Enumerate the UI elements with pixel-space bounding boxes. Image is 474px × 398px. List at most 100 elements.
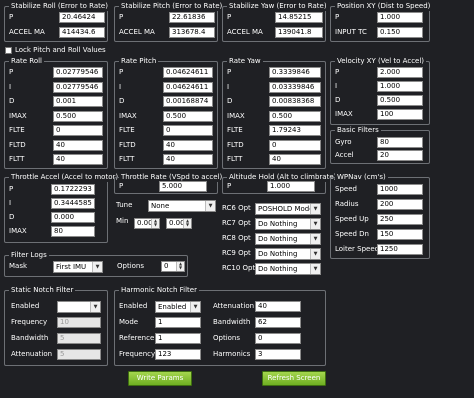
- harmonic-input[interactable]: 0: [255, 333, 301, 344]
- static-notch-enabled-select[interactable]: ▼: [57, 301, 101, 313]
- field-input[interactable]: 0.04624611: [163, 67, 213, 78]
- stab-yaw-p-input[interactable]: 14.85215: [275, 12, 323, 23]
- spinner-icon[interactable]: ▲ ▼: [183, 219, 191, 228]
- refresh-screen-button[interactable]: Refresh Screen: [262, 371, 326, 386]
- field-label: IMAX: [9, 227, 27, 235]
- field-input[interactable]: 1000: [377, 184, 423, 195]
- field-input[interactable]: 0: [163, 125, 213, 136]
- lock-pitch-roll-checkbox[interactable]: [5, 47, 12, 54]
- field-input[interactable]: 0: [269, 139, 321, 151]
- pos-xy-p-input[interactable]: 1.000: [377, 12, 423, 23]
- field-input[interactable]: 0.02779546: [53, 67, 103, 78]
- field-input[interactable]: 1.79243: [269, 125, 321, 136]
- field-input[interactable]: 40: [269, 154, 321, 165]
- tune-max-input[interactable]: 0.000 ▲ ▼: [166, 218, 192, 229]
- field-label: Speed Up: [335, 215, 369, 223]
- field-input[interactable]: 2.000: [377, 67, 423, 78]
- field-input[interactable]: 0.3339846: [269, 67, 321, 78]
- field-input[interactable]: 0.3444585: [51, 198, 95, 209]
- field-input[interactable]: 0.1722293: [51, 184, 95, 195]
- alt-hold-p-input[interactable]: 1.000: [267, 181, 315, 192]
- field-label: P: [119, 68, 124, 76]
- field-input[interactable]: 100: [377, 109, 423, 120]
- spinner-icon[interactable]: ▲ ▼: [151, 219, 159, 228]
- rc-opt-select[interactable]: Do Nothing ▼: [255, 233, 321, 245]
- field-label: I: [9, 82, 12, 91]
- field-input[interactable]: 0.500: [53, 110, 103, 122]
- field-input[interactable]: 0.001: [53, 96, 103, 107]
- stab-roll-accel-input[interactable]: 414434.6: [59, 27, 105, 38]
- field-label: D: [9, 213, 15, 221]
- field-input[interactable]: 0.500: [269, 110, 321, 122]
- rc-opt-select[interactable]: POSHOLD Mode ▼: [255, 203, 321, 215]
- filter-options-value: 0: [164, 262, 169, 270]
- field-input[interactable]: 250: [377, 214, 423, 225]
- field-input[interactable]: 200: [377, 199, 423, 210]
- field-input[interactable]: 1250: [377, 244, 423, 255]
- harmonic-label: Frequency: [119, 350, 156, 358]
- stab-pitch-p-input[interactable]: 22.61836: [169, 12, 215, 23]
- harmonic-input[interactable]: 1: [155, 333, 201, 344]
- field-input[interactable]: 40: [163, 154, 213, 165]
- stab-yaw-accel-input[interactable]: 139041.8: [275, 27, 323, 38]
- field-input[interactable]: 0.000: [51, 212, 95, 223]
- harmonic-notch-group: Harmonic Notch Filter Enabled Enabled ▼ Mod…: [114, 286, 326, 366]
- static-notch-frequency-input[interactable]: 10: [57, 317, 101, 328]
- write-params-button[interactable]: Write Params: [128, 371, 192, 386]
- rc-opt-select[interactable]: Do Nothing ▼: [255, 218, 321, 230]
- field-input[interactable]: 20: [377, 150, 423, 161]
- field-label: FLTT: [119, 155, 135, 163]
- rc-opt-select[interactable]: Do Nothing ▼: [255, 263, 321, 275]
- field-input[interactable]: 0.500: [163, 110, 213, 122]
- field-input[interactable]: 80: [377, 137, 423, 148]
- group-title: Harmonic Notch Filter: [119, 286, 199, 295]
- field-input[interactable]: 80: [51, 226, 95, 237]
- harmonic-input[interactable]: 123: [155, 349, 201, 360]
- field-input[interactable]: 0.00838368: [269, 96, 321, 107]
- tune-select-value: None: [151, 202, 170, 210]
- field-label: FLTE: [9, 126, 25, 134]
- chevron-down-icon: ▼: [310, 204, 320, 214]
- harmonic-enabled-select[interactable]: Enabled ▼: [155, 301, 201, 313]
- static-notch-attenuation-input[interactable]: 5: [57, 349, 101, 360]
- spinner-icon[interactable]: ▲ ▼: [176, 262, 184, 271]
- field-input[interactable]: 0: [53, 125, 103, 136]
- field-input[interactable]: 0.02779546: [53, 81, 103, 93]
- rate-yaw-group: Rate Yaw P 0.3339846 I 0.03339846 D 0.0083836…: [222, 57, 326, 169]
- altitude-hold-group: Altitude Hold (Alt to climbrate) P 1.000: [222, 173, 339, 194]
- rc-opt-value: Do Nothing: [258, 220, 298, 228]
- group-title: Stabilize Yaw (Error to Rate): [227, 2, 329, 11]
- field-input[interactable]: 150: [377, 229, 423, 240]
- field-label: IMAX: [9, 111, 27, 120]
- field-input[interactable]: 1.000: [377, 81, 423, 92]
- field-input[interactable]: 0.00168874: [163, 96, 213, 107]
- static-notch-bandwidth-input[interactable]: 5: [57, 333, 101, 344]
- tune-min-input[interactable]: 0.000 ▲ ▼: [134, 218, 160, 229]
- field-input[interactable]: 40: [163, 139, 213, 151]
- filter-mask-select[interactable]: First IMU ▼: [53, 261, 103, 273]
- field-input[interactable]: 40: [53, 139, 103, 151]
- harmonic-value: 1: [158, 318, 163, 326]
- field-label: P: [335, 68, 340, 76]
- harmonic-input[interactable]: 40: [255, 301, 301, 312]
- tune-select[interactable]: None ▼: [148, 200, 216, 212]
- field-input[interactable]: 0.03339846: [269, 81, 321, 93]
- rc-opt-select[interactable]: Do Nothing ▼: [255, 248, 321, 260]
- stab-pitch-accel-input[interactable]: 313678.4: [169, 27, 215, 38]
- field-input[interactable]: 0.500: [377, 95, 423, 106]
- group-title: Throttle Accel (Accel to motor): [9, 173, 121, 182]
- group-title: Stabilize Pitch (Error to Rate): [119, 2, 225, 11]
- field-input[interactable]: 40: [53, 154, 103, 165]
- filter-mask-value: First IMU: [56, 263, 87, 271]
- field-label: FLTD: [227, 140, 244, 149]
- harmonic-input[interactable]: 62: [255, 317, 301, 328]
- filter-options-input[interactable]: 0 ▲ ▼: [161, 261, 185, 272]
- field-label: P: [227, 68, 232, 76]
- field-input[interactable]: 0.04624611: [163, 81, 213, 93]
- harmonic-input[interactable]: 1: [155, 317, 201, 328]
- harmonic-input[interactable]: 3: [255, 349, 301, 360]
- stab-roll-p-input[interactable]: 20.46424: [59, 12, 105, 23]
- throttle-rate-p-input[interactable]: 5.000: [159, 181, 207, 192]
- field-label: Gyro: [335, 138, 352, 146]
- pos-xy-tc-input[interactable]: 0.150: [377, 27, 423, 38]
